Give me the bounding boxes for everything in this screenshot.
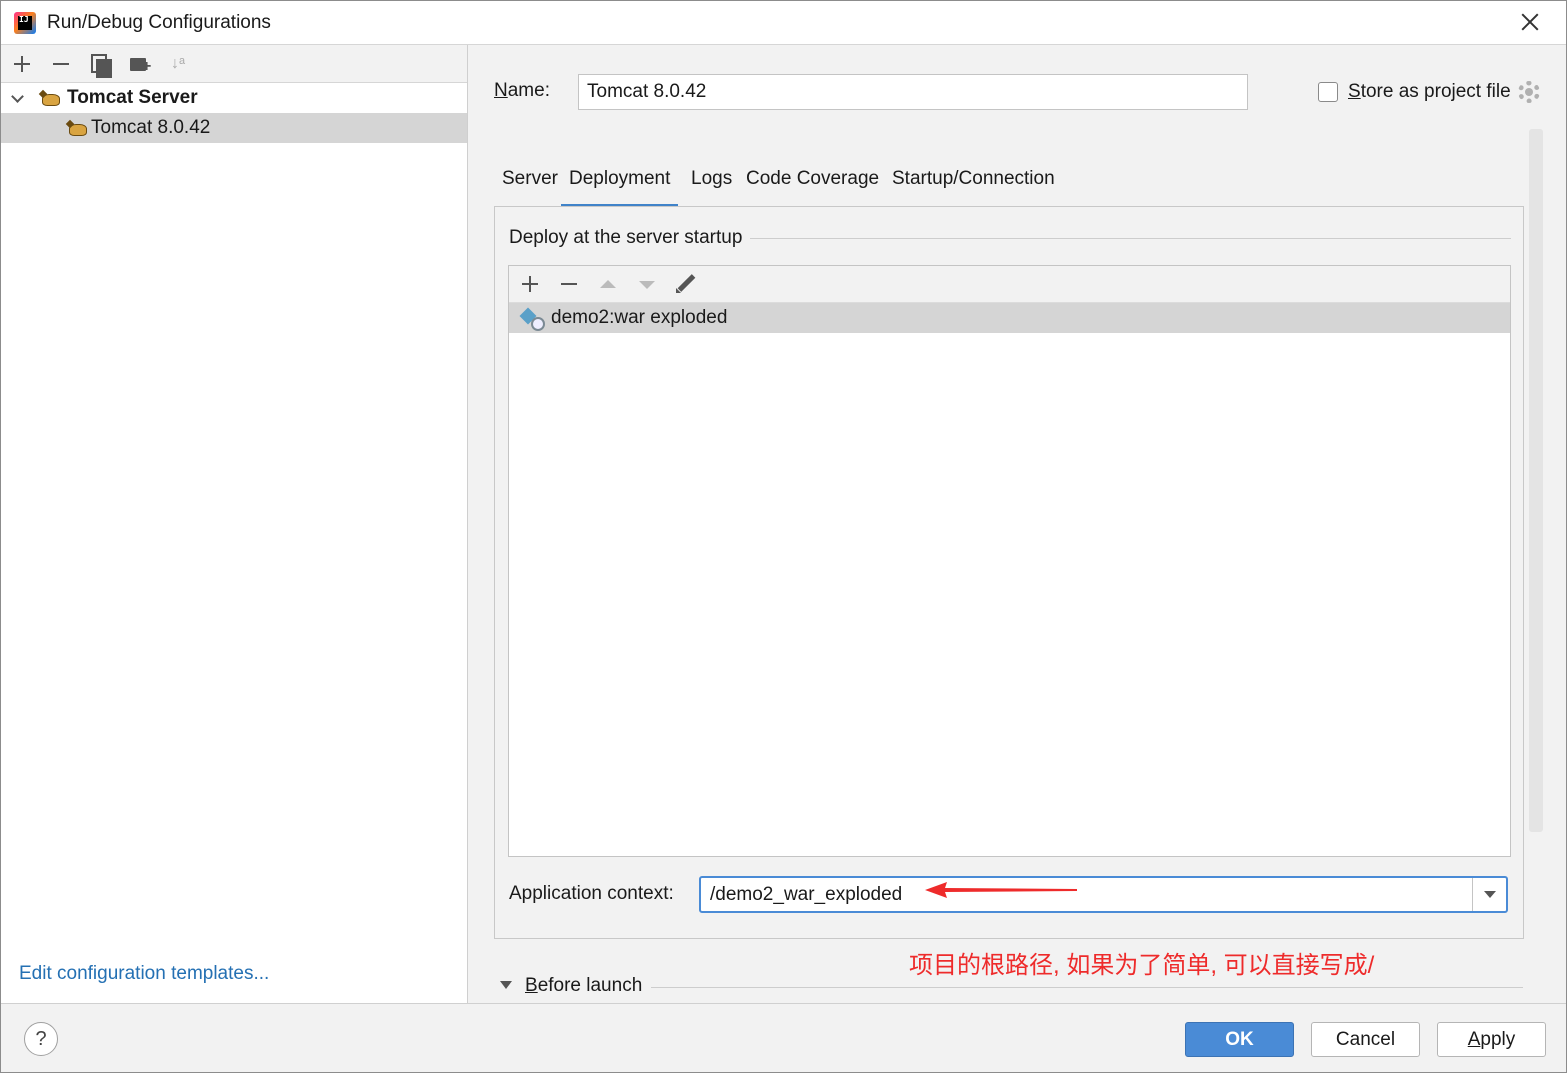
vertical-scrollbar[interactable] [1529, 129, 1543, 832]
tab-deployment[interactable]: Deployment [561, 165, 679, 207]
ok-button[interactable]: OK [1185, 1022, 1294, 1057]
artifacts-list: demo2:war exploded [508, 265, 1511, 857]
tab-server[interactable]: Server [502, 165, 558, 207]
configuration-editor: Name: Store as project file Server Deplo… [469, 45, 1566, 1003]
configurations-panel: ↓ᵃ Tomcat Server Tomcat 8.0.42 Edit conf… [1, 45, 468, 1003]
deployment-panel: Deploy at the server startup demo2:war e… [494, 206, 1524, 939]
copy-icon[interactable] [87, 51, 113, 78]
new-folder-icon[interactable] [127, 51, 153, 77]
deploy-section-title: Deploy at the server startup [509, 227, 751, 249]
tree-group-label: Tomcat Server [67, 87, 198, 108]
tree-group-tomcat-server[interactable]: Tomcat Server [1, 83, 467, 113]
tab-code-coverage[interactable]: Code Coverage [746, 165, 879, 207]
artifacts-toolbar [509, 266, 1510, 303]
title-bar: IJ Run/Debug Configurations [1, 1, 1566, 45]
chevron-down-icon[interactable] [1484, 891, 1496, 898]
name-label: Name: [494, 80, 550, 101]
application-context-label: Application context: [509, 883, 674, 904]
store-as-project-file-checkbox[interactable] [1318, 82, 1338, 102]
plus-icon[interactable] [9, 51, 35, 77]
annotation-arrow [925, 882, 1077, 898]
tomcat-icon [40, 89, 62, 107]
configurations-toolbar: ↓ᵃ [1, 45, 467, 83]
run-debug-dialog: IJ Run/Debug Configurations ↓ᵃ Tomcat Se… [0, 0, 1567, 1073]
edit-pencil-icon[interactable] [673, 271, 699, 297]
window-title: Run/Debug Configurations [47, 12, 271, 33]
application-context-value[interactable]: /demo2_war_exploded [710, 884, 902, 906]
list-item[interactable]: demo2:war exploded [509, 303, 1510, 333]
intellij-app-icon: IJ [14, 12, 36, 34]
tab-logs[interactable]: Logs [691, 165, 732, 207]
application-context-combobox[interactable]: /demo2_war_exploded [699, 876, 1508, 913]
tab-startup-connection[interactable]: Startup/Connection [892, 165, 1055, 207]
move-down-icon[interactable] [634, 271, 660, 297]
close-icon[interactable] [1518, 10, 1542, 34]
minus-icon[interactable] [48, 51, 74, 77]
apply-button[interactable]: Apply [1437, 1022, 1546, 1057]
name-field[interactable] [578, 74, 1248, 110]
move-up-icon[interactable] [595, 271, 621, 297]
cancel-button[interactable]: Cancel [1311, 1022, 1420, 1057]
tomcat-icon [67, 119, 89, 137]
add-artifact-icon[interactable] [517, 271, 543, 297]
annotation-note: 项目的根路径, 如果为了简单, 可以直接写成/ [909, 952, 1375, 979]
tree-item-tomcat-config[interactable]: Tomcat 8.0.42 [1, 113, 467, 143]
edit-templates-link[interactable]: Edit configuration templates... [19, 963, 269, 985]
store-as-project-file-label[interactable]: Store as project file [1348, 81, 1511, 103]
collapse-triangle-icon[interactable] [500, 981, 512, 989]
artifact-label: demo2:war exploded [551, 307, 728, 328]
combo-separator [1472, 878, 1473, 911]
before-launch-divider [651, 987, 1523, 988]
chevron-down-icon[interactable] [11, 90, 24, 103]
help-button[interactable]: ? [24, 1022, 58, 1056]
web-artifact-icon [521, 307, 545, 331]
dialog-buttons-bar: ? OK Cancel Apply [1, 1003, 1566, 1072]
tree-item-label: Tomcat 8.0.42 [91, 117, 211, 138]
remove-artifact-icon[interactable] [556, 271, 582, 297]
gear-icon[interactable] [1518, 81, 1540, 103]
before-launch-label[interactable]: Before launch [525, 975, 642, 997]
sort-icon[interactable]: ↓ᵃ [165, 51, 191, 77]
